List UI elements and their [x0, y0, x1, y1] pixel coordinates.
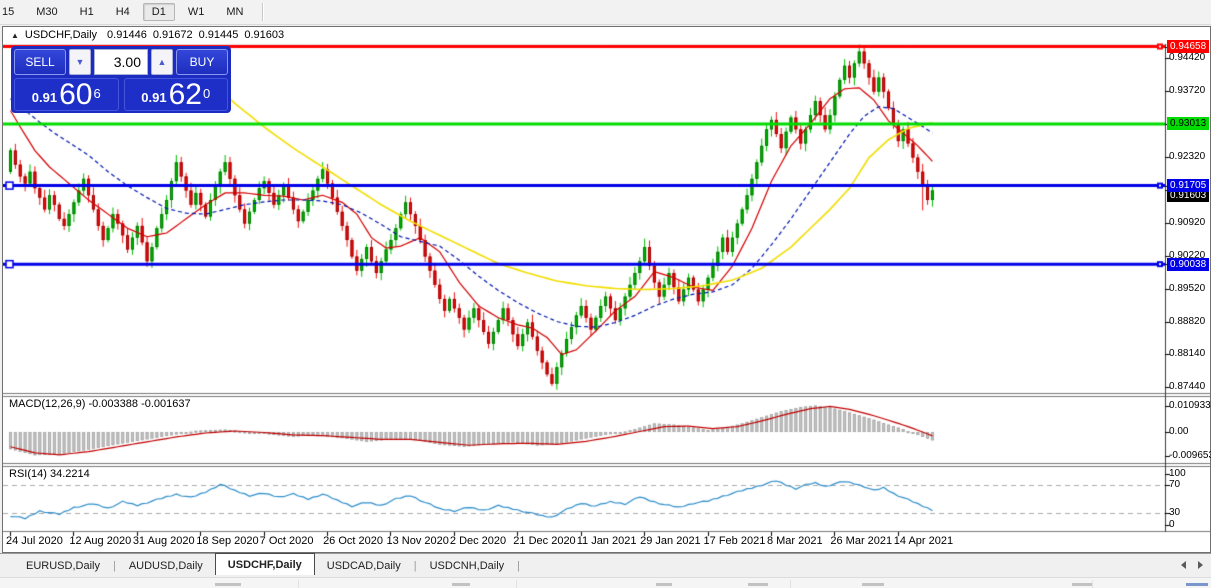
rsi-indicator-label: RSI(14) 34.2214 — [9, 468, 90, 480]
price-axis-badge: 0.90038 — [1167, 258, 1209, 271]
timeframe-mn[interactable]: MN — [217, 3, 252, 21]
sell-price-display[interactable]: 0.91606 — [14, 78, 119, 111]
rsi-axis-label: 70 — [1169, 479, 1180, 490]
collapse-arrow-icon[interactable]: ▲ — [11, 31, 19, 40]
volume-increase-button[interactable]: ▲ — [151, 49, 173, 75]
clipped-text-fragment — [215, 583, 241, 586]
date-axis-label: 21 Dec 2020 — [513, 535, 575, 547]
timeframe-toolbar: 15 M30 H1 H4 D1 W1 MN — [0, 0, 1211, 25]
timeframe-m15[interactable]: 15 — [0, 3, 23, 21]
macd-indicator-label: MACD(12,26,9) -0.003388 -0.001637 — [9, 398, 191, 410]
clipped-text-fragment — [452, 583, 470, 586]
sell-price-prefix: 0.91 — [32, 88, 57, 108]
buy-price-big: 62 — [169, 82, 202, 108]
volume-decrease-button[interactable]: ▼ — [69, 49, 91, 75]
chart-symbol-title: USDCHF,Daily — [25, 29, 97, 41]
tab-scroll-left-icon[interactable] — [1181, 561, 1186, 569]
tab-usdcnh-daily[interactable]: USDCNH,Daily — [418, 557, 517, 575]
date-axis-label: 31 Aug 2020 — [133, 535, 195, 547]
clipped-text-fragment — [1186, 583, 1208, 586]
price-axis-label: 0.89520 — [1169, 283, 1205, 294]
date-axis-label: 7 Oct 2020 — [260, 535, 314, 547]
ohlc-open: 0.91446 — [107, 29, 147, 41]
ohlc-close: 0.91603 — [244, 29, 284, 41]
buy-price-prefix: 0.91 — [141, 88, 166, 108]
price-axis-label: 0.92320 — [1169, 151, 1205, 162]
clipped-text-fragment — [1072, 583, 1092, 586]
timeframe-d1[interactable]: D1 — [143, 3, 175, 21]
date-axis-label: 12 Aug 2020 — [69, 535, 131, 547]
date-axis-label: 11 Jan 2021 — [577, 535, 637, 547]
ohlc-high: 0.91672 — [153, 29, 193, 41]
one-click-trade-panel: SELL ▼ ▲ BUY 0.91606 0.91620 — [11, 46, 231, 113]
timeframe-w1[interactable]: W1 — [179, 3, 214, 21]
date-axis-label: 8 Mar 2021 — [767, 535, 823, 547]
date-axis-label: 18 Sep 2020 — [196, 535, 258, 547]
date-axis-label: 26 Oct 2020 — [323, 535, 383, 547]
clipped-text-fragment — [748, 583, 768, 586]
price-axis-label: 0.88140 — [1169, 348, 1205, 359]
timeframe-m30[interactable]: M30 — [27, 3, 66, 21]
chart-title-bar: ▲ USDCHF,Daily 0.91446 0.91672 0.91445 0… — [3, 27, 1210, 43]
timeframe-h4[interactable]: H4 — [107, 3, 139, 21]
price-axis-badge: 0.93013 — [1167, 117, 1209, 130]
price-axis-label: 0.93720 — [1169, 85, 1205, 96]
sell-button[interactable]: SELL — [14, 49, 66, 75]
price-axis-badge: 0.91705 — [1167, 179, 1209, 192]
date-axis-label: 26 Mar 2021 — [830, 535, 892, 547]
chart-window: ▲ USDCHF,Daily 0.91446 0.91672 0.91445 0… — [2, 26, 1211, 553]
toolbar-separator — [262, 3, 264, 21]
macd-axis-label: 0.00 — [1169, 426, 1188, 437]
price-axis-label: 0.90920 — [1169, 217, 1205, 228]
tab-separator: | — [516, 560, 521, 572]
macd-axis-label: 0.010933 — [1169, 400, 1211, 411]
tab-usdchf-daily[interactable]: USDCHF,Daily — [215, 553, 315, 575]
date-axis-label: 17 Feb 2021 — [704, 535, 766, 547]
tab-scroll-right-icon[interactable] — [1198, 561, 1203, 569]
macd-axis-label: -0.009653 — [1169, 450, 1211, 461]
ohlc-low: 0.91445 — [199, 29, 239, 41]
price-axis-label: 0.88820 — [1169, 316, 1205, 327]
ohlc-values: 0.91446 0.91672 0.91445 0.91603 — [107, 29, 284, 41]
symbol-tab-bar: EURUSD,Daily | AUDUSD,Daily USDCHF,Daily… — [0, 553, 1211, 577]
tab-audusd-daily[interactable]: AUDUSD,Daily — [117, 557, 215, 575]
volume-input[interactable] — [94, 49, 148, 75]
date-axis-label: 2 Dec 2020 — [450, 535, 506, 547]
sell-price-big: 60 — [59, 82, 92, 108]
clipped-status-row — [0, 577, 1211, 588]
price-axis-label: 0.94420 — [1169, 52, 1205, 63]
date-axis-label: 29 Jan 2021 — [640, 535, 701, 547]
timeframe-h1[interactable]: H1 — [71, 3, 103, 21]
buy-button[interactable]: BUY — [176, 49, 228, 75]
price-axis-label: 0.87440 — [1169, 381, 1205, 392]
date-axis-label: 24 Jul 2020 — [6, 535, 63, 547]
date-axis-label: 14 Apr 2021 — [894, 535, 953, 547]
sell-price-pip: 6 — [93, 79, 100, 109]
clipped-text-fragment — [656, 583, 672, 586]
tab-eurusd-daily[interactable]: EURUSD,Daily — [14, 557, 112, 575]
buy-price-display[interactable]: 0.91620 — [124, 78, 229, 111]
buy-price-pip: 0 — [203, 79, 210, 109]
date-axis-label: 13 Nov 2020 — [386, 535, 448, 547]
rsi-axis-label: 30 — [1169, 507, 1180, 518]
rsi-axis-label: 0 — [1169, 519, 1175, 530]
clipped-text-fragment — [862, 583, 884, 586]
rsi-axis-label: 100 — [1169, 468, 1186, 479]
tab-usdcad-daily[interactable]: USDCAD,Daily — [315, 557, 413, 575]
